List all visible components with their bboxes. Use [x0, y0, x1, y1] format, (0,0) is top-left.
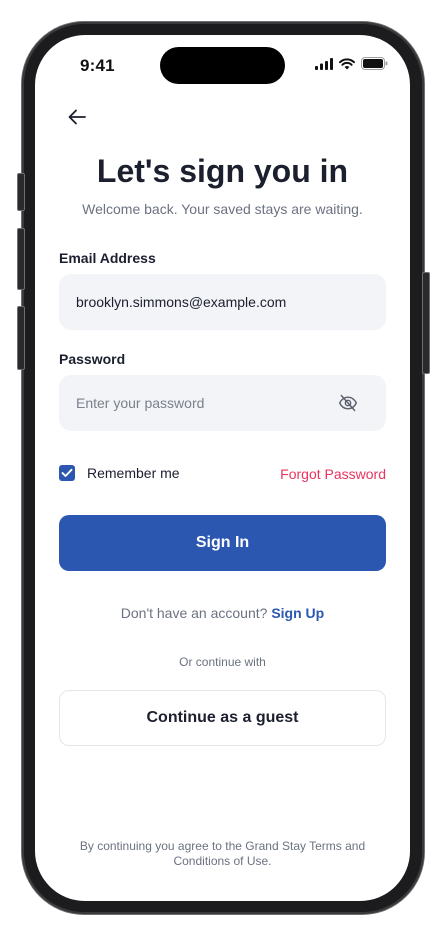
- signup-prompt-row: Don't have an account? Sign Up: [35, 605, 410, 621]
- email-label: Email Address: [59, 250, 156, 266]
- forgot-password-link[interactable]: Forgot Password: [280, 466, 386, 482]
- email-field[interactable]: brooklyn.simmons@example.com: [59, 274, 386, 330]
- screen: 9:41 Let's sign you in Welcome back. You…: [35, 35, 410, 901]
- page-subtitle: Welcome back. Your saved stays are waiti…: [82, 201, 363, 217]
- page-title: Let's sign you in: [96, 153, 349, 189]
- checkbox-checked-icon: [59, 465, 75, 481]
- battery-icon: [361, 57, 388, 70]
- wifi-icon: [339, 57, 355, 69]
- sign-in-button[interactable]: Sign In: [59, 515, 386, 571]
- status-icons: [315, 57, 388, 70]
- volume-up-button: [17, 228, 25, 290]
- password-placeholder: Enter your password: [76, 395, 205, 411]
- terms-footer: By continuing you agree to the Grand Sta…: [79, 839, 366, 868]
- volume-down-button: [17, 306, 25, 370]
- status-time: 9:41: [80, 56, 115, 75]
- sign-up-link[interactable]: Sign Up: [271, 605, 324, 621]
- arrow-left-icon: [68, 109, 86, 125]
- remember-me-label: Remember me: [87, 465, 180, 481]
- password-field[interactable]: Enter your password: [59, 375, 386, 431]
- remember-me-checkbox[interactable]: Remember me: [59, 465, 180, 481]
- power-button: [422, 272, 430, 374]
- action-button: [17, 173, 25, 211]
- signup-prompt: Don't have an account?: [120, 605, 268, 621]
- continue-as-guest-button[interactable]: Continue as a guest: [59, 690, 386, 746]
- eye-off-icon[interactable]: [338, 393, 358, 413]
- email-value: brooklyn.simmons@example.com: [76, 294, 287, 310]
- continue-divider-text: Or continue with: [179, 655, 266, 669]
- back-button[interactable]: [65, 105, 89, 129]
- dynamic-island: [160, 47, 285, 84]
- password-label: Password: [59, 351, 126, 367]
- cellular-signal-icon: [315, 57, 333, 70]
